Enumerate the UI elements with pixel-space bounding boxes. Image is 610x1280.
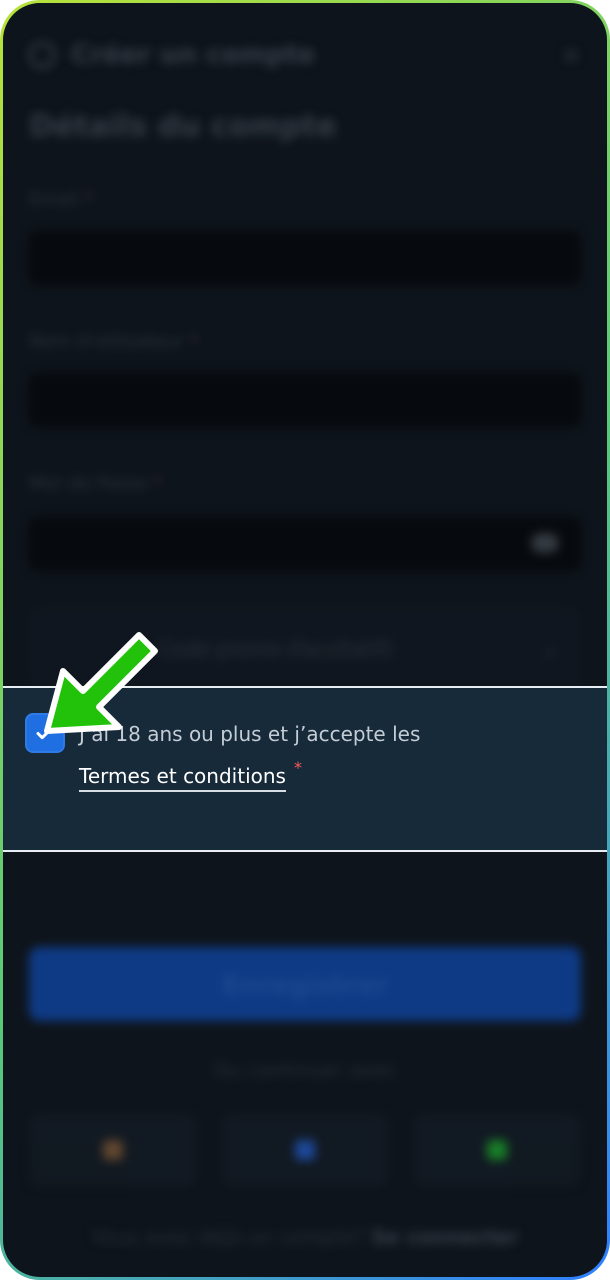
register-button[interactable]: Enregistrer <box>29 947 581 1021</box>
facebook-icon <box>295 1140 315 1160</box>
username-required-mark: * <box>189 331 199 352</box>
header: Créer un compte × <box>29 33 581 77</box>
line-login-button[interactable] <box>413 1113 581 1187</box>
login-line: Vous avez déjà un compte? Se connecter <box>3 1225 607 1249</box>
alt-login-text: Ou continuer avec <box>213 1058 397 1082</box>
social-login-row <box>29 1113 581 1187</box>
register-button-label: Enregistrer <box>222 971 388 1001</box>
required-mark: * <box>293 758 302 777</box>
login-link[interactable]: Se connecter <box>372 1225 519 1249</box>
password-field[interactable] <box>29 517 581 571</box>
chevron-down-icon[interactable]: ⌄ <box>542 639 557 660</box>
email-label: Email * <box>29 189 94 210</box>
google-login-button[interactable] <box>29 1113 197 1187</box>
username-label-text: Nom d'utilisateur <box>29 331 184 352</box>
username-label: Nom d'utilisateur * <box>29 331 199 352</box>
header-left: Créer un compte <box>29 40 315 70</box>
user-icon <box>29 42 55 68</box>
terms-line2: Termes et conditions * <box>79 760 302 792</box>
login-prompt: Vous avez déjà un compte? <box>91 1225 366 1249</box>
facebook-login-button[interactable] <box>221 1113 389 1187</box>
email-label-text: Email <box>29 189 79 210</box>
google-icon <box>103 1140 123 1160</box>
terms-link[interactable]: Termes et conditions <box>79 764 286 792</box>
password-label: Mot de Passe * <box>29 473 162 494</box>
email-field[interactable] <box>29 231 581 285</box>
username-field[interactable] <box>29 373 581 427</box>
password-required-mark: * <box>153 473 163 494</box>
screen: Créer un compte × Détails du compte Emai… <box>3 3 607 1277</box>
green-arrow-icon <box>44 632 158 734</box>
line-icon <box>487 1140 507 1160</box>
email-required-mark: * <box>84 189 94 210</box>
section-title: Détails du compte <box>29 109 337 144</box>
close-icon[interactable]: × <box>561 41 581 69</box>
promo-select-text: Code promo (facultatif) <box>159 637 393 661</box>
password-label-text: Mot de Passe <box>29 473 148 494</box>
device-frame: Créer un compte × Détails du compte Emai… <box>0 0 610 1280</box>
eye-icon[interactable] <box>531 533 559 553</box>
page-title: Créer un compte <box>71 40 316 70</box>
